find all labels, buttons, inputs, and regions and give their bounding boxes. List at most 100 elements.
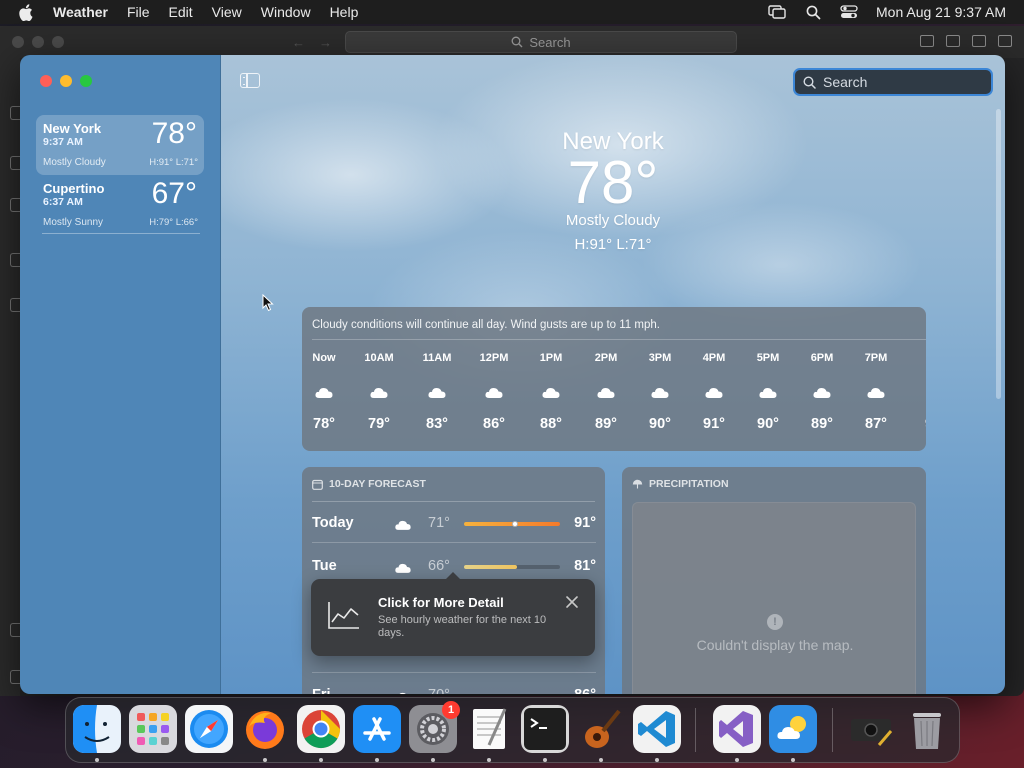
hour-label: 7PM xyxy=(864,352,888,364)
cloud-icon xyxy=(394,690,412,694)
menu-window[interactable]: Window xyxy=(261,4,311,20)
hour-label: 5PM xyxy=(756,352,780,364)
precipitation-panel[interactable]: PRECIPITATION ! Couldn't display the map… xyxy=(622,467,926,694)
location-temperature: 78° xyxy=(151,117,197,150)
forward-arrow-icon[interactable]: → xyxy=(319,35,332,50)
hour-column: 2PM 89° xyxy=(581,352,631,432)
bg-zoom-button[interactable] xyxy=(52,36,64,48)
location-search-field[interactable] xyxy=(793,68,993,96)
hour-temperature: 79° xyxy=(368,416,390,432)
cloud-icon xyxy=(812,385,832,399)
current-condition: Mostly Cloudy xyxy=(565,212,661,229)
control-center-icon[interactable] xyxy=(840,4,858,20)
hour-label: 4PM xyxy=(702,352,726,364)
ten-day-divider xyxy=(312,501,595,502)
toggle-panel-icon[interactable] xyxy=(946,35,960,47)
visual-studio-icon[interactable] xyxy=(713,705,761,753)
bg-minimize-button[interactable] xyxy=(32,36,44,48)
running-indicator xyxy=(431,758,435,762)
day-divider xyxy=(312,542,596,543)
menubar-clock[interactable]: Mon Aug 21 9:37 AM xyxy=(876,4,1006,20)
finder-icon[interactable] xyxy=(73,705,121,753)
locations-sidebar: New York 9:37 AM 78° Mostly Cloudy H:91°… xyxy=(20,55,221,694)
firefox-icon[interactable] xyxy=(241,705,289,753)
hour-temperature: 90° xyxy=(649,416,671,432)
location-card-cupertino[interactable]: Cupertino 6:37 AM 67° Mostly Sunny H:79°… xyxy=(36,175,204,235)
forecast-day-row[interactable]: Fri 70° 86° xyxy=(312,683,596,694)
minimize-button[interactable] xyxy=(60,75,72,87)
chrome-icon[interactable] xyxy=(297,705,345,753)
menu-file[interactable]: File xyxy=(127,4,150,20)
toggle-secondary-sidebar-icon[interactable] xyxy=(972,35,986,47)
source-control-icon[interactable] xyxy=(10,198,20,212)
precipitation-map[interactable]: ! Couldn't display the map. xyxy=(632,502,916,694)
debug-icon[interactable] xyxy=(10,253,20,267)
vscode-icon[interactable] xyxy=(633,705,681,753)
hour-column: 3PM 90° xyxy=(635,352,685,432)
hourly-forecast-panel[interactable]: Cloudy conditions will continue all day.… xyxy=(302,307,926,451)
hour-column: 5PM 90° xyxy=(743,352,793,432)
back-arrow-icon[interactable]: ← xyxy=(292,35,305,50)
umbrella-icon xyxy=(632,479,643,488)
spotlight-search-icon[interactable] xyxy=(804,4,822,20)
extensions-icon[interactable] xyxy=(10,298,20,312)
sidebar-toggle-icon[interactable] xyxy=(240,73,260,88)
command-center-search[interactable]: Search xyxy=(345,31,737,53)
running-indicator xyxy=(791,758,795,762)
menu-edit[interactable]: Edit xyxy=(169,4,193,20)
vertical-scrollbar[interactable] xyxy=(996,109,1001,399)
search-view-icon[interactable] xyxy=(10,156,20,170)
layout-controls xyxy=(920,35,1012,47)
running-indicator xyxy=(319,758,323,762)
location-card-new-york[interactable]: New York 9:37 AM 78° Mostly Cloudy H:91°… xyxy=(36,115,204,175)
app-store-icon[interactable] xyxy=(353,705,401,753)
close-button[interactable] xyxy=(40,75,52,87)
current-temp-marker xyxy=(511,521,518,527)
bg-close-button[interactable] xyxy=(12,36,24,48)
hour-temperature: 86° xyxy=(483,416,505,432)
menu-app-weather[interactable]: Weather xyxy=(53,4,108,20)
garageband-icon[interactable] xyxy=(577,705,625,753)
location-divider xyxy=(42,233,200,234)
toggle-primary-sidebar-icon[interactable] xyxy=(920,35,934,47)
safari-icon[interactable] xyxy=(185,705,233,753)
cloud-icon xyxy=(758,385,778,399)
search-input[interactable] xyxy=(823,74,983,90)
hour-column: 12PM 86° xyxy=(469,352,519,432)
hour-column: 10AM 79° xyxy=(354,352,404,432)
explorer-icon[interactable] xyxy=(10,106,20,120)
more-detail-tooltip[interactable]: Click for More Detail See hourly weather… xyxy=(311,572,595,656)
cloud-icon xyxy=(541,385,561,399)
location-time: 9:37 AM xyxy=(43,136,83,148)
launchpad-icon[interactable] xyxy=(129,705,177,753)
close-icon[interactable] xyxy=(565,595,579,609)
customize-layout-icon[interactable] xyxy=(998,35,1012,47)
hour-temperature: 89° xyxy=(595,416,617,432)
activity-bar xyxy=(0,58,20,696)
hour-temperature: 89° xyxy=(811,416,833,432)
day-name: Fri xyxy=(312,687,331,694)
weather-icon[interactable] xyxy=(769,705,817,753)
cloud-icon xyxy=(314,385,334,399)
hourly-summary: Cloudy conditions will continue all day.… xyxy=(312,319,660,331)
dock-divider xyxy=(832,708,833,752)
account-icon[interactable] xyxy=(10,623,20,637)
zoom-button[interactable] xyxy=(80,75,92,87)
hourly-divider xyxy=(312,339,926,340)
terminal-icon[interactable] xyxy=(521,705,569,753)
menu-view[interactable]: View xyxy=(212,4,242,20)
forecast-day-row[interactable]: Today 71° 91° xyxy=(312,511,596,535)
textedit-icon[interactable] xyxy=(465,705,513,753)
current-high-low: H:91° L:71° xyxy=(574,236,652,253)
manage-gear-icon[interactable] xyxy=(10,670,20,684)
trash-icon[interactable] xyxy=(903,705,951,753)
location-name: New York xyxy=(43,121,102,136)
location-high-low: H:91° L:71° xyxy=(149,157,198,168)
apple-menu-icon[interactable] xyxy=(18,3,36,21)
hour-label: 6PM xyxy=(810,352,834,364)
running-indicator xyxy=(655,758,659,762)
screenshot-icon[interactable] xyxy=(847,705,895,753)
menu-help[interactable]: Help xyxy=(330,4,359,20)
search-icon xyxy=(511,36,523,48)
screen-mirroring-icon[interactable] xyxy=(768,4,786,20)
